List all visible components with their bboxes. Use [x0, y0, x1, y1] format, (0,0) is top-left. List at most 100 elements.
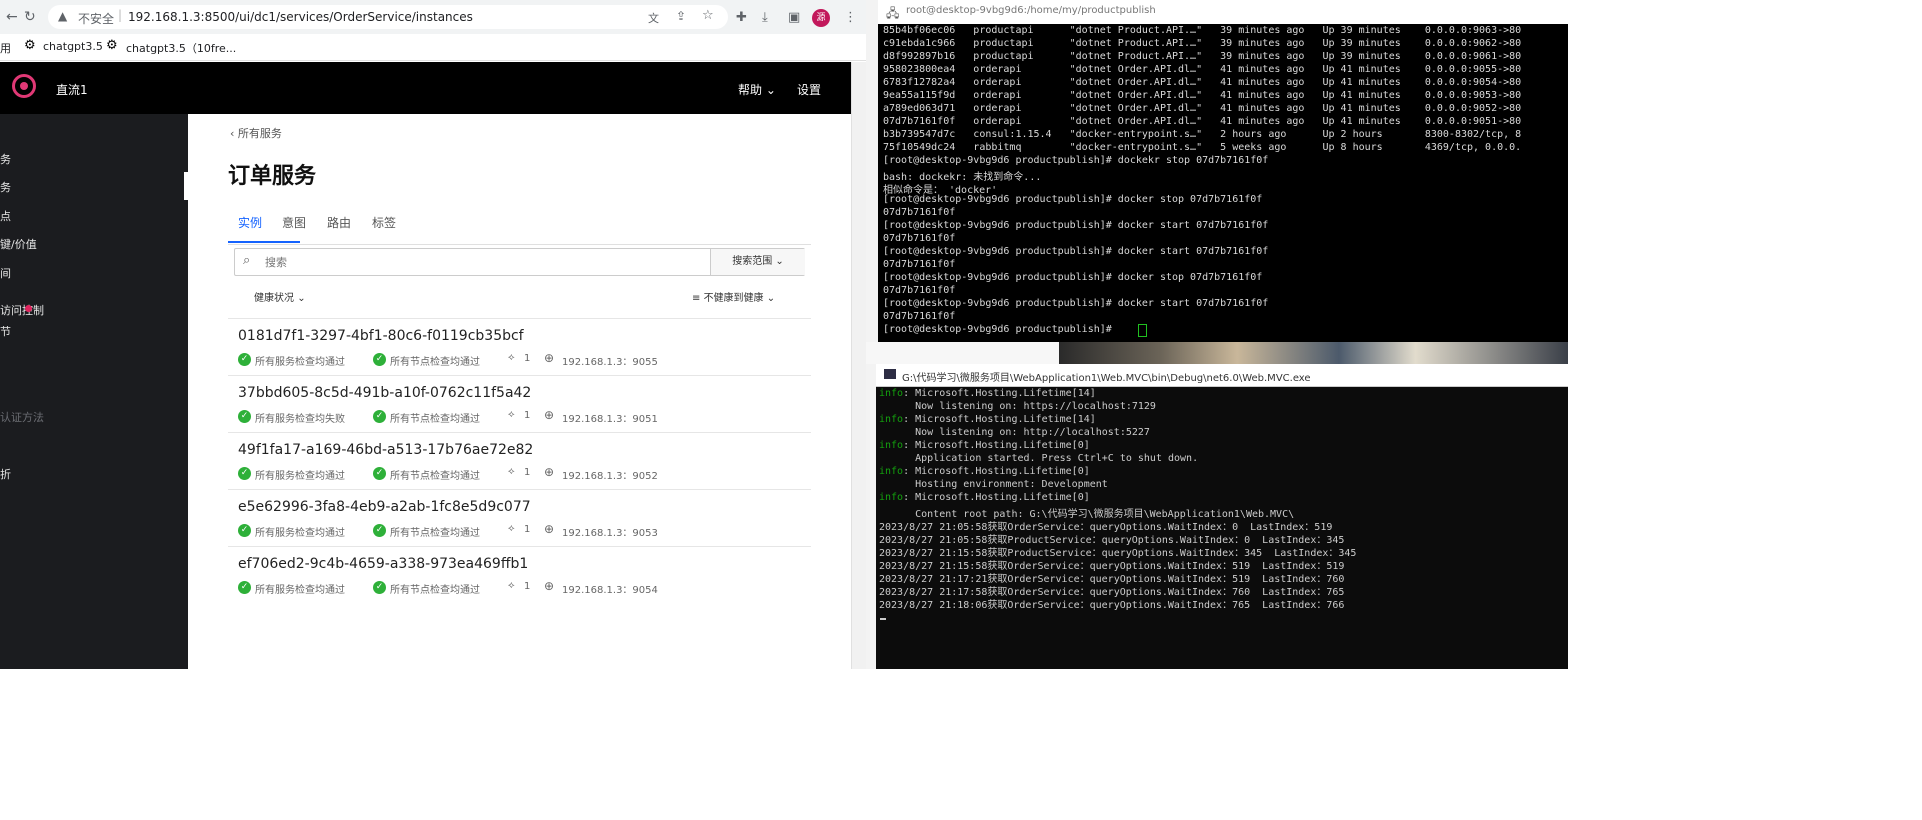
- terminal-line: [root@desktop-9vbg9d6 productpublish]# d…: [883, 272, 1263, 283]
- globe-icon: ⊕: [544, 465, 555, 479]
- scrollbar[interactable]: [851, 62, 866, 669]
- insecure-label[interactable]: 不安全: [78, 10, 114, 27]
- console-title: G:\代码学习\微服务项目\WebApplication1\Web.MVC\bi…: [902, 373, 1311, 384]
- terminal-line: [root@desktop-9vbg9d6 productpublish]# d…: [883, 246, 1269, 257]
- check-passing-icon: ✓: [238, 353, 251, 366]
- sidebar-item-nodes[interactable]: 点: [0, 208, 11, 224]
- menu-icon[interactable]: ⋮: [844, 10, 857, 25]
- tab-tags[interactable]: 标签: [372, 214, 396, 231]
- bookmark-item[interactable]: chatgpt3.5: [43, 40, 103, 53]
- sidepanel-icon[interactable]: ▣: [788, 10, 800, 25]
- sidebar-item-tokens[interactable]: 节: [0, 323, 11, 339]
- translate-icon[interactable]: 文: [648, 10, 659, 26]
- settings-link[interactable]: 设置: [797, 81, 821, 98]
- url-text[interactable]: 192.168.1.3:8500/ui/dc1/services/OrderSe…: [128, 10, 473, 24]
- download-icon[interactable]: ⤓: [762, 10, 768, 25]
- terminal-title: root@desktop-9vbg9d6:/home/my/productpub…: [906, 5, 1156, 16]
- sidebar-item-collapse[interactable]: 折: [0, 466, 11, 482]
- terminal-line: 07d7b7161f0f: [883, 233, 956, 244]
- text-cursor: [880, 618, 886, 620]
- terminal-line: [root@desktop-9vbg9d6 productpublish]#: [883, 324, 1118, 335]
- tag-count: 1: [524, 467, 531, 478]
- extensions-icon[interactable]: ✚: [736, 10, 747, 25]
- instance-id[interactable]: 37bbd605-8c5d-491b-a10f-0762c11f5a42: [238, 385, 531, 401]
- log-level: info: [879, 440, 904, 451]
- breadcrumb[interactable]: ‹ 所有服务: [230, 125, 282, 141]
- warning-icon[interactable]: ▲: [58, 9, 67, 23]
- address-bar[interactable]: ▲ 不安全 | 192.168.1.3:8500/ui/dc1/services…: [48, 5, 728, 29]
- log-text: : Microsoft.Hosting.Lifetime[14]: [903, 414, 1096, 425]
- tag-count: 1: [524, 410, 531, 421]
- instance-row[interactable]: e5e62996-3fa8-4eb9-a2ab-1fc8e5d9c077 ✓ 所有服…: [228, 489, 811, 547]
- reload-icon[interactable]: ↻: [24, 9, 36, 25]
- service-check-status: 所有服务检查均通过: [255, 585, 345, 596]
- console-titlebar[interactable]: G:\代码学习\微服务项目\WebApplication1\Web.MVC\bi…: [876, 364, 1568, 387]
- share-icon[interactable]: ⇪: [676, 9, 686, 23]
- sort-icon: ≡: [692, 293, 704, 304]
- tag-icon: ⟡: [508, 523, 515, 534]
- ssh-terminal-window[interactable]: 🖧 root@desktop-9vbg9d6:/home/my/productp…: [878, 0, 1568, 342]
- instance-id[interactable]: ef706ed2-9c4b-4659-a338-973ea469ffb1: [238, 556, 528, 572]
- search-scope-button[interactable]: 搜索范围 ⌄: [710, 249, 805, 275]
- sidebar-item-kv[interactable]: 键/价值: [0, 236, 37, 252]
- instance-id[interactable]: e5e62996-3fa8-4eb9-a2ab-1fc8e5d9c077: [238, 499, 531, 515]
- instance-row[interactable]: 49f1fa17-a169-46bd-a513-17b76ae72e82 ✓ 所有服…: [228, 432, 811, 490]
- openai-icon: ⚙: [106, 38, 118, 53]
- search-icon: ⌕: [243, 253, 251, 268]
- terminal-titlebar[interactable]: 🖧 root@desktop-9vbg9d6:/home/my/productp…: [878, 0, 1568, 24]
- terminal-line: [root@desktop-9vbg9d6 productpublish]# d…: [883, 155, 1269, 166]
- back-arrow-icon[interactable]: ←: [6, 9, 18, 25]
- console-line: Now listening on: https://localhost:7129: [879, 401, 1156, 412]
- tab-instances[interactable]: 实例: [238, 214, 262, 231]
- terminal-line: 07d7b7161f0f: [883, 259, 956, 270]
- instance-id[interactable]: 0181d7f1-3297-4bf1-80c6-f0119cb35bcf: [238, 328, 524, 344]
- health-filter-dropdown[interactable]: 健康状况 ⌄: [254, 289, 306, 304]
- terminal-line: [root@desktop-9vbg9d6 productpublish]# d…: [883, 298, 1269, 309]
- sidebar-item-access-controls[interactable]: 访问控制: [0, 302, 44, 318]
- bookmark-item[interactable]: 用: [0, 40, 11, 56]
- health-filter-label: 健康状况: [254, 293, 294, 304]
- tag-icon: ⟡: [508, 352, 515, 363]
- tab-intentions[interactable]: 意图: [282, 214, 306, 231]
- bookmarks-bar: 用 ⚙ chatgpt3.5 ⚙ chatgpt3.5（10fre...: [0, 34, 866, 61]
- consul-logo-icon[interactable]: [12, 74, 36, 98]
- search-input[interactable]: [263, 250, 707, 274]
- help-menu[interactable]: 帮助 ⌄: [738, 81, 776, 98]
- tab-routing[interactable]: 路由: [327, 214, 351, 231]
- sort-dropdown[interactable]: ≡ 不健康到健康 ⌄: [692, 289, 775, 304]
- star-icon[interactable]: ☆: [702, 8, 714, 23]
- console-output[interactable]: info: Microsoft.Hosting.Lifetime[14] Now…: [876, 387, 1568, 669]
- check-passing-icon: ✓: [238, 410, 251, 423]
- log-text: Now listening on: http://localhost:5227: [879, 427, 1150, 438]
- sidebar-item-overview[interactable]: 务: [0, 151, 11, 167]
- log-text: : Microsoft.Hosting.Lifetime[0]: [903, 492, 1090, 503]
- instance-row[interactable]: ef706ed2-9c4b-4659-a338-973ea469ffb1 ✓ 所有服…: [228, 546, 811, 604]
- terminal-output[interactable]: 85b4bf06ec06 productapi "dotnet Product.…: [878, 24, 1568, 342]
- log-level: info: [879, 388, 904, 399]
- log-text: Now listening on: https://localhost:7129: [879, 401, 1156, 412]
- terminal-cursor: [1138, 324, 1147, 337]
- chevron-down-icon: ⌄: [765, 83, 776, 97]
- terminal-line: d8f992897b16 productapi "dotnet Product.…: [883, 51, 1522, 62]
- console-window[interactable]: G:\代码学习\微服务项目\WebApplication1\Web.MVC\bi…: [876, 364, 1568, 669]
- datacenter-name[interactable]: 直流1: [56, 81, 88, 98]
- back-link[interactable]: 所有服务: [238, 127, 282, 140]
- avatar[interactable]: 源: [812, 9, 830, 27]
- status-dot: [25, 305, 32, 312]
- sidebar-item-intentions[interactable]: 间: [0, 265, 11, 281]
- instance-row[interactable]: 0181d7f1-3297-4bf1-80c6-f0119cb35bcf ✓ 所有服…: [228, 318, 811, 376]
- log-level: info: [879, 414, 904, 425]
- help-label: 帮助: [738, 83, 763, 97]
- console-line: info: Microsoft.Hosting.Lifetime[14]: [879, 388, 1096, 399]
- node-check-status: 所有节点检查均通过: [390, 471, 480, 482]
- instance-row[interactable]: 37bbd605-8c5d-491b-a10f-0762c11f5a42 ✓ 所有服…: [228, 375, 811, 433]
- sidebar-item-auth-methods[interactable]: 认证方法: [0, 409, 44, 425]
- sidebar-item-services[interactable]: 务: [0, 179, 11, 195]
- check-passing-icon: ✓: [373, 467, 386, 480]
- bookmark-item[interactable]: chatgpt3.5（10fre...: [126, 40, 236, 56]
- browser-window: ← ↻ ▲ 不安全 | 192.168.1.3:8500/ui/dc1/serv…: [0, 0, 866, 669]
- terminal-line: 07d7b7161f0f orderapi "dotnet Order.API.…: [883, 116, 1522, 127]
- node-check-status: 所有节点检查均通过: [390, 414, 480, 425]
- tag-count: 1: [524, 524, 531, 535]
- instance-id[interactable]: 49f1fa17-a169-46bd-a513-17b76ae72e82: [238, 442, 533, 458]
